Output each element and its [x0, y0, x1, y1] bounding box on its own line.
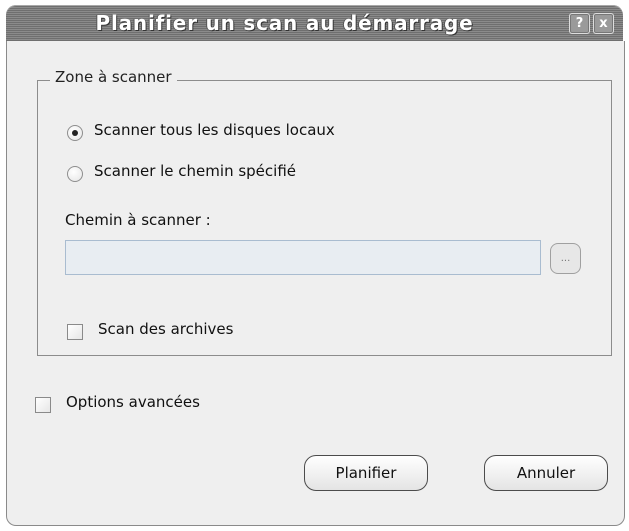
- radio-all-disks-label[interactable]: Scanner tous les disques locaux: [94, 121, 335, 139]
- help-icon: ?: [575, 16, 584, 31]
- radio-all-disks[interactable]: [67, 125, 83, 141]
- title-bar[interactable]: Planifier un scan au démarrage ? x: [6, 5, 623, 41]
- plan-button[interactable]: Planifier: [304, 455, 428, 491]
- advanced-options-label[interactable]: Options avancées: [66, 393, 200, 411]
- close-button[interactable]: x: [593, 13, 614, 34]
- advanced-options-checkbox[interactable]: [35, 397, 51, 413]
- dialog-window: Planifier un scan au démarrage ? x Zone …: [0, 0, 629, 531]
- help-button[interactable]: ?: [569, 13, 590, 34]
- path-input[interactable]: [65, 240, 541, 275]
- window-title: Planifier un scan au démarrage: [95, 11, 474, 35]
- close-icon: x: [599, 16, 608, 31]
- archives-checkbox[interactable]: [67, 324, 83, 340]
- browse-button[interactable]: ...: [550, 243, 581, 274]
- radio-selected-dot: [72, 130, 78, 136]
- path-label: Chemin à scanner :: [65, 211, 211, 229]
- dialog-body: Zone à scanner Scanner tous les disques …: [6, 41, 625, 526]
- archives-label[interactable]: Scan des archives: [98, 320, 233, 338]
- scan-zone-legend: Zone à scanner: [50, 68, 177, 86]
- radio-specified-path[interactable]: [67, 166, 83, 182]
- cancel-button[interactable]: Annuler: [484, 455, 608, 491]
- radio-specified-path-label[interactable]: Scanner le chemin spécifié: [94, 162, 296, 180]
